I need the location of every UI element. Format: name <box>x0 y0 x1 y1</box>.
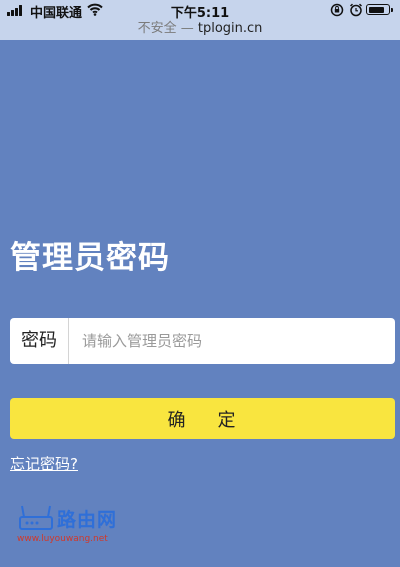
password-label: 密码 <box>10 318 69 364</box>
confirm-label-part-2: 定 <box>217 409 238 431</box>
page-title: 管理员密码 <box>10 240 170 276</box>
insecure-label: 不安全 <box>137 21 177 36</box>
status-bar: 中国联通 下午5:11 <box>0 0 400 21</box>
confirm-label-part-1: 确 <box>167 409 188 431</box>
password-input[interactable] <box>70 318 390 364</box>
battery-icon <box>366 4 393 15</box>
watermark-site: www.luyouwang.net <box>17 534 108 544</box>
address-bar[interactable]: 不安全 — tplogin.cn <box>0 20 400 40</box>
alarm-icon <box>349 3 363 17</box>
confirm-button[interactable]: 确定 <box>10 398 395 439</box>
watermark-logo: 路由网 www.luyouwang.net <box>17 503 127 551</box>
watermark-brand: 路由网 <box>57 509 118 531</box>
url-separator: — <box>180 21 194 36</box>
rotation-lock-icon <box>330 3 344 17</box>
router-icon <box>19 505 53 530</box>
url-domain: tplogin.cn <box>197 21 263 36</box>
forgot-password-link[interactable]: 忘记密码? <box>10 453 78 474</box>
password-field[interactable]: 密码 <box>10 318 395 364</box>
